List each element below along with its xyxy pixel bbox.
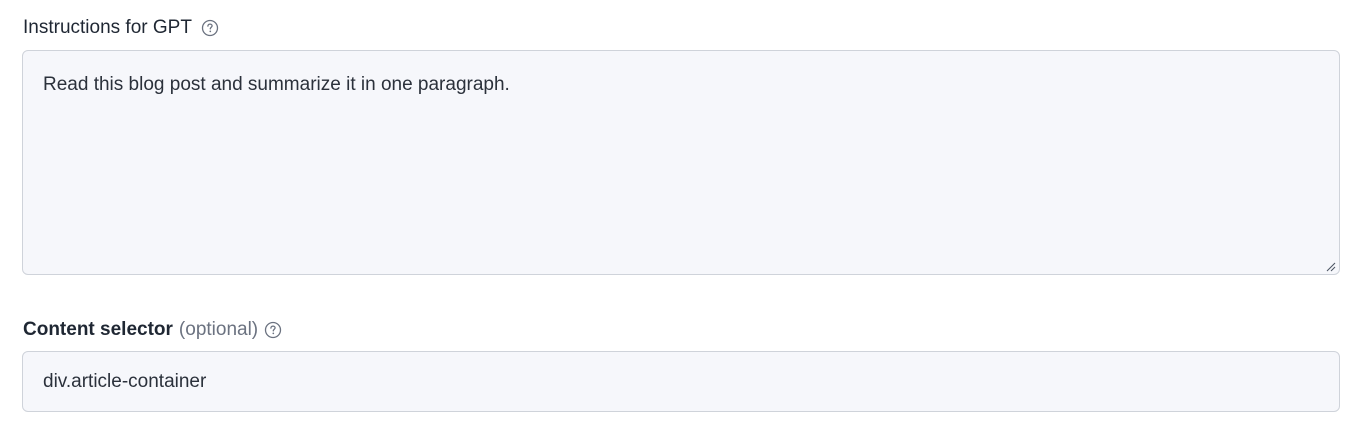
gpt-settings-form: Instructions for GPT Read this blog post… [0,0,1366,426]
instructions-textarea-value: Read this blog post and summarize it in … [43,74,510,95]
instructions-label-row: Instructions for GPT [23,16,220,40]
selector-label: Content selector [23,319,173,340]
optional-hint: (optional) [178,319,259,340]
resize-grip-icon[interactable] [1324,259,1336,272]
content-selector-value: div.article-container [43,371,207,392]
instructions-label: Instructions for GPT [23,17,192,38]
selector-label-row: Content selector (optional) [23,318,283,342]
content-selector-input[interactable]: div.article-container [22,351,1340,412]
instructions-textarea[interactable]: Read this blog post and summarize it in … [22,50,1340,275]
question-circle-icon[interactable] [200,18,220,38]
question-circle-icon[interactable] [263,320,283,340]
